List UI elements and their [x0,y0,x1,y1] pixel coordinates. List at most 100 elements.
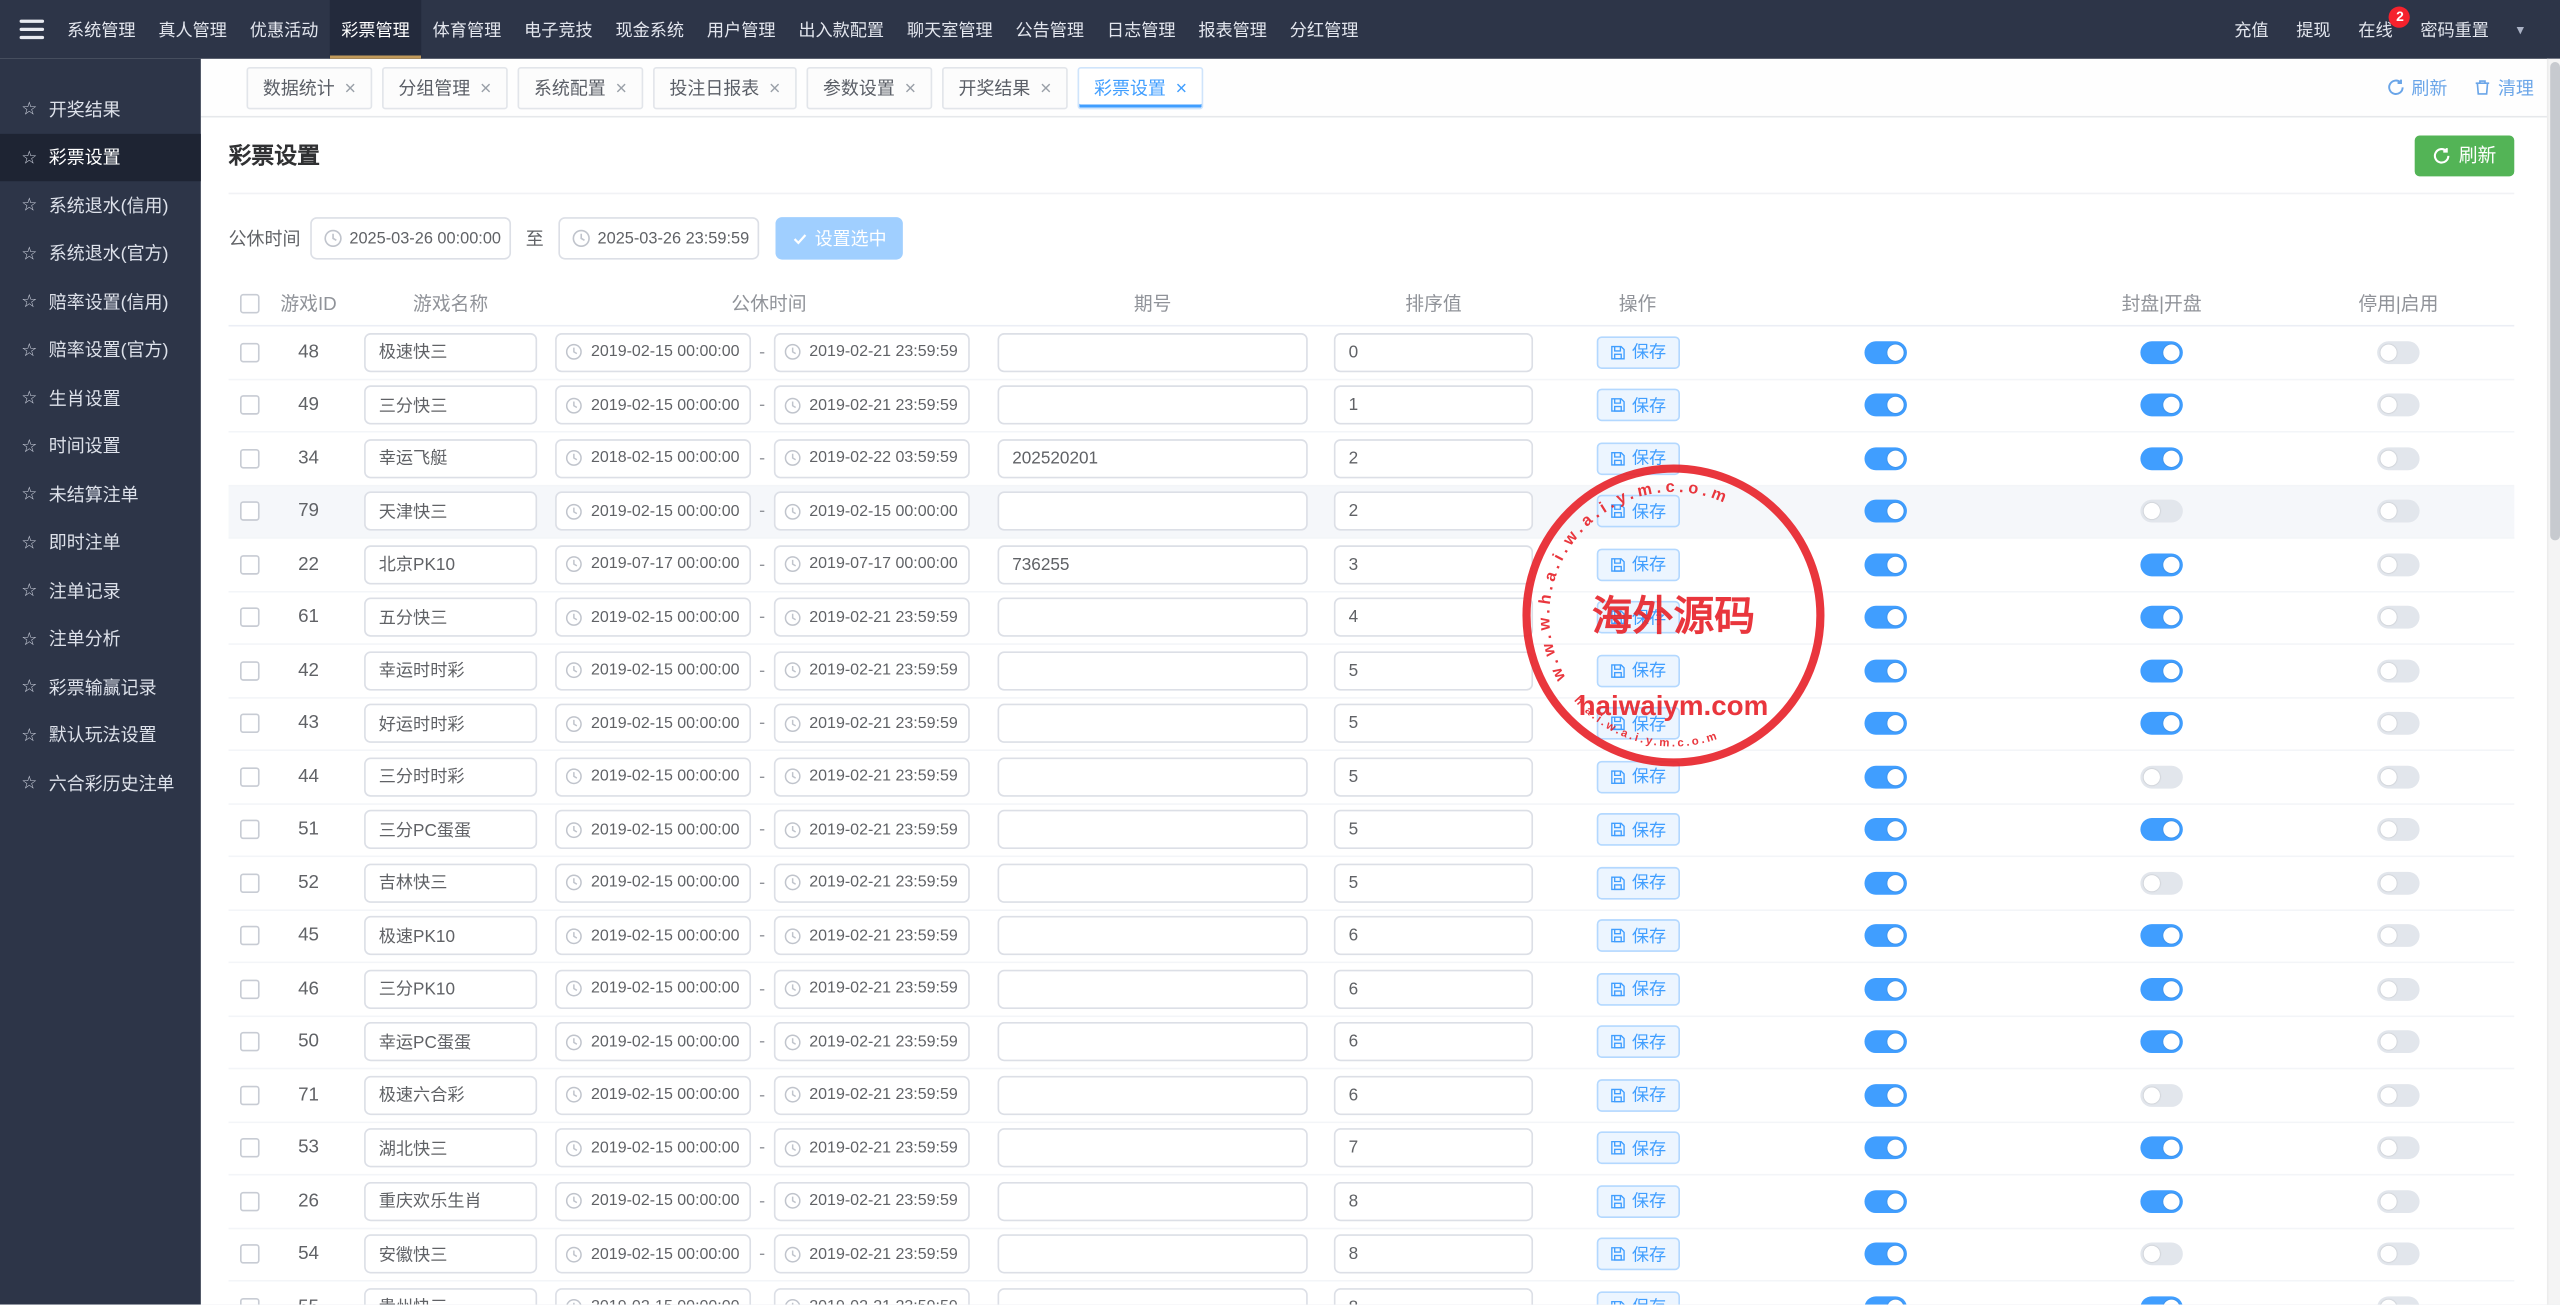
seal-open-toggle[interactable] [2140,500,2182,523]
game-name-input[interactable] [364,969,537,1008]
save-button[interactable]: 保存 [1596,601,1679,634]
tab-2[interactable]: 分组管理× [382,66,508,108]
save-button[interactable]: 保存 [1596,973,1679,1006]
disable-enable-toggle[interactable] [2377,924,2419,947]
row-holiday-end-input[interactable] [773,1182,969,1221]
row-checkbox[interactable] [240,502,260,522]
disable-enable-toggle[interactable] [2377,1243,2419,1266]
disable-enable-toggle[interactable] [2377,447,2419,470]
sort-value-input[interactable] [1334,1129,1533,1168]
game-name-input[interactable] [364,651,537,690]
row-holiday-start-input[interactable] [555,704,751,743]
game-name-input[interactable] [364,863,537,902]
chevron-down-icon[interactable]: ▾ [2517,20,2524,38]
game-name-input[interactable] [364,439,537,478]
row-checkbox[interactable] [240,767,260,787]
save-button[interactable]: 保存 [1596,1079,1679,1112]
row-holiday-end-input[interactable] [773,1129,969,1168]
nav-item-14[interactable]: 分红管理 [1278,0,1369,59]
nav-online-link[interactable]: 在线2 [2358,17,2392,41]
row-checkbox[interactable] [240,396,260,416]
nav-item-13[interactable]: 报表管理 [1187,0,1278,59]
sort-value-input[interactable] [1334,1022,1533,1061]
status-toggle[interactable] [1864,341,1906,364]
save-button[interactable]: 保存 [1596,920,1679,953]
sort-value-input[interactable] [1334,810,1533,849]
status-toggle[interactable] [1864,500,1906,523]
tab-close-icon[interactable]: × [769,78,780,98]
save-button[interactable]: 保存 [1596,548,1679,581]
page-scrollbar[interactable] [2547,59,2560,1305]
seal-open-toggle[interactable] [2140,447,2182,470]
nav-item-11[interactable]: 公告管理 [1004,0,1095,59]
disable-enable-toggle[interactable] [2377,1190,2419,1213]
seal-open-toggle[interactable] [2140,712,2182,735]
disable-enable-toggle[interactable] [2377,1031,2419,1054]
save-button[interactable]: 保存 [1596,442,1679,475]
sort-value-input[interactable] [1334,333,1533,372]
sort-value-input[interactable] [1334,1235,1533,1274]
issue-number-input[interactable] [998,492,1308,531]
sidebar-item-3[interactable]: ☆系统退水(信用) [0,181,201,229]
status-toggle[interactable] [1864,1084,1906,1107]
nav-item-9[interactable]: 出入款配置 [787,0,896,59]
game-name-input[interactable] [364,492,537,531]
save-button[interactable]: 保存 [1596,654,1679,687]
row-holiday-start-input[interactable] [555,916,751,955]
nav-item-5[interactable]: 体育管理 [421,0,512,59]
tab-1[interactable]: 数据统计× [247,66,373,108]
disable-enable-toggle[interactable] [2377,553,2419,576]
menu-toggle-icon[interactable] [0,0,56,59]
row-holiday-end-input[interactable] [773,1022,969,1061]
row-holiday-start-input[interactable] [555,757,751,796]
nav-item-8[interactable]: 用户管理 [696,0,787,59]
save-button[interactable]: 保存 [1596,1185,1679,1218]
tabs-clean-button[interactable]: 清理 [2473,74,2533,100]
sidebar-item-2[interactable]: ☆彩票设置 [0,133,201,181]
save-button[interactable]: 保存 [1596,813,1679,846]
row-checkbox[interactable] [240,555,260,575]
save-button[interactable]: 保存 [1596,1238,1679,1271]
row-holiday-end-input[interactable] [773,1288,969,1305]
seal-open-toggle[interactable] [2140,1296,2182,1305]
row-checkbox[interactable] [240,1138,260,1158]
save-button[interactable]: 保存 [1596,495,1679,528]
nav-item-7[interactable]: 现金系统 [604,0,695,59]
issue-number-input[interactable] [998,810,1308,849]
tab-7[interactable]: 彩票设置× [1078,66,1204,108]
game-name-input[interactable] [364,1182,537,1221]
nav-withdraw-link[interactable]: 提现 [2296,17,2330,41]
disable-enable-toggle[interactable] [2377,606,2419,629]
seal-open-toggle[interactable] [2140,1243,2182,1266]
status-toggle[interactable] [1864,1137,1906,1160]
nav-password-reset-link[interactable]: 密码重置 [2420,17,2489,41]
row-holiday-start-input[interactable] [555,651,751,690]
row-checkbox[interactable] [240,714,260,734]
sort-value-input[interactable] [1334,1076,1533,1115]
status-toggle[interactable] [1864,553,1906,576]
holiday-start-datetime[interactable] [310,217,511,259]
disable-enable-toggle[interactable] [2377,1296,2419,1305]
row-holiday-end-input[interactable] [773,1235,969,1274]
row-holiday-end-input[interactable] [773,439,969,478]
sort-value-input[interactable] [1334,704,1533,743]
status-toggle[interactable] [1864,818,1906,841]
select-all-checkbox[interactable] [240,293,260,313]
seal-open-toggle[interactable] [2140,341,2182,364]
sort-value-input[interactable] [1334,916,1533,955]
sidebar-item-12[interactable]: ☆注单分析 [0,615,201,663]
tab-close-icon[interactable]: × [1176,78,1187,98]
save-button[interactable]: 保存 [1596,760,1679,793]
row-holiday-start-input[interactable] [555,1182,751,1221]
disable-enable-toggle[interactable] [2377,341,2419,364]
row-holiday-end-input[interactable] [773,704,969,743]
row-holiday-start-input[interactable] [555,1022,751,1061]
issue-number-input[interactable] [998,969,1308,1008]
status-toggle[interactable] [1864,394,1906,417]
issue-number-input[interactable] [998,1182,1308,1221]
row-holiday-start-input[interactable] [555,863,751,902]
status-toggle[interactable] [1864,978,1906,1001]
issue-number-input[interactable] [998,1288,1308,1305]
row-holiday-end-input[interactable] [773,810,969,849]
row-holiday-start-input[interactable] [555,969,751,1008]
